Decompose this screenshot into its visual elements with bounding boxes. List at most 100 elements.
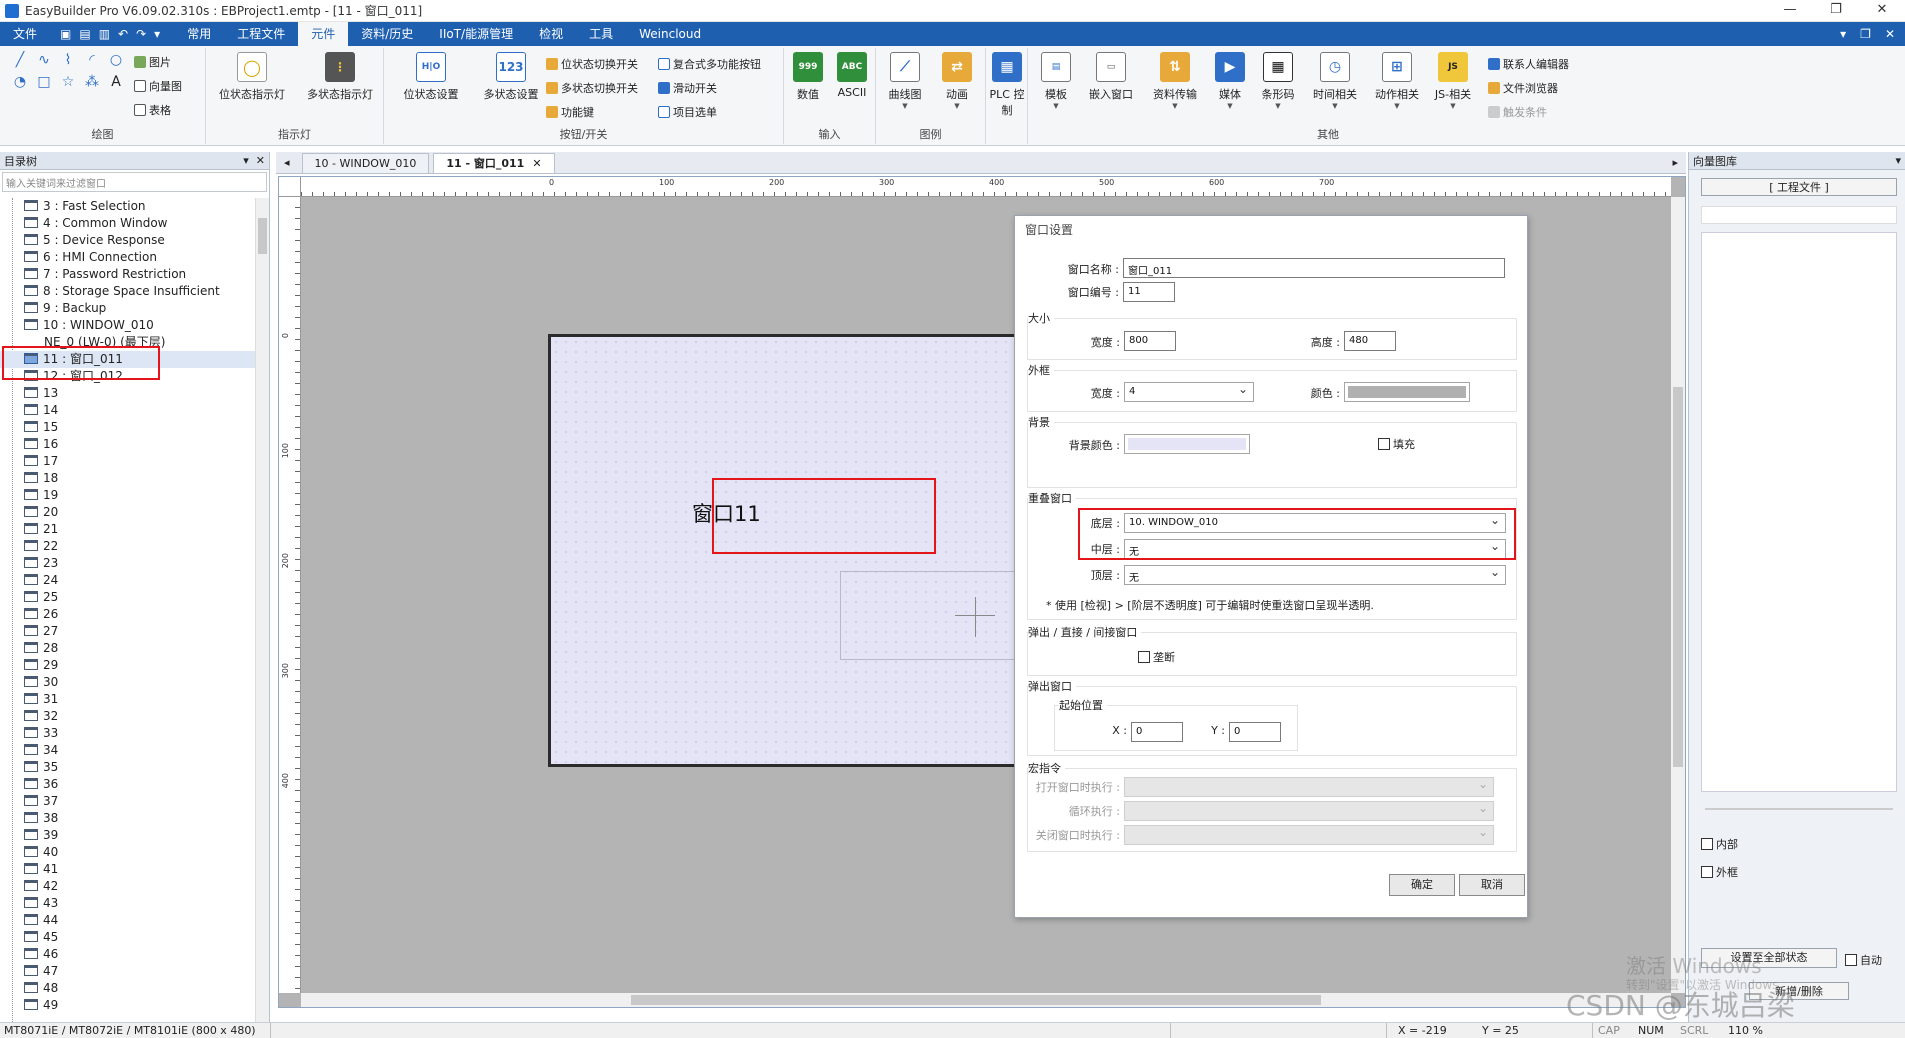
undo-icon[interactable]: ↶ xyxy=(118,27,128,41)
menu-home[interactable]: 常用 xyxy=(174,22,224,46)
window-filter-input[interactable]: 输入关键词来过滤窗口 xyxy=(2,172,267,192)
tree-item[interactable]: 32 xyxy=(0,708,255,725)
menu-project[interactable]: 工程文件 xyxy=(224,22,298,46)
plc-control-button[interactable]: ▦ PLC 控制 xyxy=(988,52,1026,118)
window-number-input[interactable]: 11 xyxy=(1123,282,1175,302)
tab-scroll-left-icon[interactable]: ◂ xyxy=(276,153,298,173)
trend-button[interactable]: ⟋ 曲线图 ▼ xyxy=(880,52,930,110)
auto-checkbox[interactable]: 自动 xyxy=(1845,952,1882,968)
function-key-button[interactable]: 功能键 xyxy=(546,104,594,120)
monopoly-checkbox-box[interactable] xyxy=(1138,651,1150,663)
tree-item[interactable]: 44 xyxy=(0,912,255,929)
download-icon[interactable]: ▥ xyxy=(99,27,110,41)
multi-lamp-button[interactable]: ⋮ 多状态指示灯 xyxy=(298,52,382,102)
open-macro-select[interactable] xyxy=(1124,777,1494,797)
canvas-horizontal-scrollbar[interactable] xyxy=(301,993,1671,1007)
tree-item[interactable]: 16 xyxy=(0,436,255,453)
height-input[interactable]: 480 xyxy=(1344,331,1396,351)
js-button[interactable]: JS JS-相关 ▼ xyxy=(1428,52,1478,110)
redo-icon[interactable]: ↷ xyxy=(136,27,146,41)
polyline-icon[interactable]: ∿ xyxy=(36,52,52,68)
tree-item[interactable]: 14 xyxy=(0,402,255,419)
text-icon[interactable]: A xyxy=(108,74,124,90)
multi-set-button[interactable]: 123 多状态设置 xyxy=(472,52,550,102)
menu-tools[interactable]: 工具 xyxy=(576,22,626,46)
ok-button[interactable]: 确定 xyxy=(1389,874,1455,896)
top-layer-select[interactable]: 无 xyxy=(1124,565,1506,585)
bg-color-picker[interactable] xyxy=(1124,434,1250,454)
tree-item[interactable]: 8 : Storage Space Insufficient xyxy=(0,283,255,300)
media-dropdown-icon[interactable]: ▼ xyxy=(1208,102,1252,110)
save-all-icon[interactable]: ▤ xyxy=(79,27,90,41)
picture-button[interactable]: 图片 xyxy=(134,54,171,70)
vector-library-dropdown-icon[interactable]: ▾ xyxy=(1895,154,1901,167)
bit-switch-button[interactable]: 位状态切换开关 xyxy=(546,56,638,72)
action-dropdown-icon[interactable]: ▼ xyxy=(1368,102,1426,110)
multi-switch-button[interactable]: 多状态切换开关 xyxy=(546,80,638,96)
vector-preview-area[interactable] xyxy=(1701,232,1897,792)
animation-button[interactable]: ⇄ 动画 ▼ xyxy=(932,52,982,110)
inner-checkbox-box[interactable] xyxy=(1701,838,1713,850)
tab-window-010[interactable]: 10 - WINDOW_010 xyxy=(301,153,430,173)
tree-item[interactable]: 49 xyxy=(0,997,255,1014)
bit-lamp-button[interactable]: ◯ 位状态指示灯 xyxy=(210,52,294,102)
menu-data-history[interactable]: 资料/历史 xyxy=(348,22,426,46)
tree-item[interactable]: 17 xyxy=(0,453,255,470)
auto-checkbox-box[interactable] xyxy=(1845,954,1857,966)
save-icon[interactable]: ▣ xyxy=(60,27,71,41)
tree-item[interactable]: 9 : Backup xyxy=(0,300,255,317)
barcode-dropdown-icon[interactable]: ▼ xyxy=(1254,102,1302,110)
tree-item[interactable]: 20 xyxy=(0,504,255,521)
canvas-hscroll-thumb[interactable] xyxy=(631,995,1321,1005)
tree-item[interactable]: 4 : Common Window xyxy=(0,215,255,232)
animation-dropdown-icon[interactable]: ▼ xyxy=(932,102,982,110)
tree-item[interactable]: 7 : Password Restriction xyxy=(0,266,255,283)
cycle-macro-select[interactable] xyxy=(1124,801,1494,821)
outer-checkbox-box[interactable] xyxy=(1701,866,1713,878)
embed-window-button[interactable]: ▭ 嵌入窗口 xyxy=(1082,52,1140,102)
numeric-button[interactable]: 999 数值 xyxy=(786,52,830,102)
tree-item[interactable]: 30 xyxy=(0,674,255,691)
slide-switch-button[interactable]: 滑动开关 xyxy=(658,80,717,96)
tree-item[interactable]: 37 xyxy=(0,793,255,810)
tree-item[interactable]: 5 : Device Response xyxy=(0,232,255,249)
time-button[interactable]: ◷ 时间相关 ▼ xyxy=(1306,52,1364,110)
frame-color-picker[interactable] xyxy=(1344,382,1470,402)
trigger-button[interactable]: 触发条件 xyxy=(1488,104,1547,120)
circle-icon[interactable]: ○ xyxy=(108,52,124,68)
bit-set-button[interactable]: H|O 位状态设置 xyxy=(392,52,470,102)
tree-item[interactable]: 35 xyxy=(0,759,255,776)
file-browser-button[interactable]: 文件浏览器 xyxy=(1488,80,1558,96)
close-icon[interactable]: ✕ xyxy=(1859,0,1905,22)
data-transfer-dropdown-icon[interactable]: ▼ xyxy=(1146,102,1204,110)
tree-item[interactable]: 36 xyxy=(0,776,255,793)
arc-icon[interactable]: ◜ xyxy=(84,52,100,68)
tab-close-icon[interactable]: ✕ xyxy=(532,157,541,170)
js-dropdown-icon[interactable]: ▼ xyxy=(1428,102,1478,110)
menu-file[interactable]: 文件 xyxy=(0,22,50,46)
tree-item[interactable]: 48 xyxy=(0,980,255,997)
pie-icon[interactable]: ◔ xyxy=(12,74,28,90)
width-input[interactable]: 800 xyxy=(1124,331,1176,351)
close-macro-select[interactable] xyxy=(1124,825,1494,845)
tree-item[interactable]: 15 xyxy=(0,419,255,436)
tree-item[interactable]: 22 xyxy=(0,538,255,555)
minimize-icon[interactable]: — xyxy=(1767,0,1813,22)
menu-objects[interactable]: 元件 xyxy=(298,22,349,46)
template-button[interactable]: ▤ 模板 ▼ xyxy=(1034,52,1078,110)
menu-iiot[interactable]: IIoT/能源管理 xyxy=(426,22,526,46)
canvas-vscroll-thumb[interactable] xyxy=(1673,387,1683,767)
x-input[interactable]: 0 xyxy=(1131,722,1183,742)
tree-item[interactable]: 40 xyxy=(0,844,255,861)
menu-view[interactable]: 检视 xyxy=(526,22,576,46)
tree-item[interactable]: 25 xyxy=(0,589,255,606)
tree-item[interactable]: 45 xyxy=(0,929,255,946)
contacts-editor-button[interactable]: 联系人编辑器 xyxy=(1488,56,1569,72)
frame-width-select[interactable]: 4 xyxy=(1124,382,1254,402)
tree-item[interactable]: 24 xyxy=(0,572,255,589)
action-button[interactable]: ⊞ 动作相关 ▼ xyxy=(1368,52,1426,110)
tree-item[interactable]: 28 xyxy=(0,640,255,657)
tree-item[interactable]: 19 xyxy=(0,487,255,504)
tree-item[interactable]: 23 xyxy=(0,555,255,572)
tree-item[interactable]: 21 xyxy=(0,521,255,538)
